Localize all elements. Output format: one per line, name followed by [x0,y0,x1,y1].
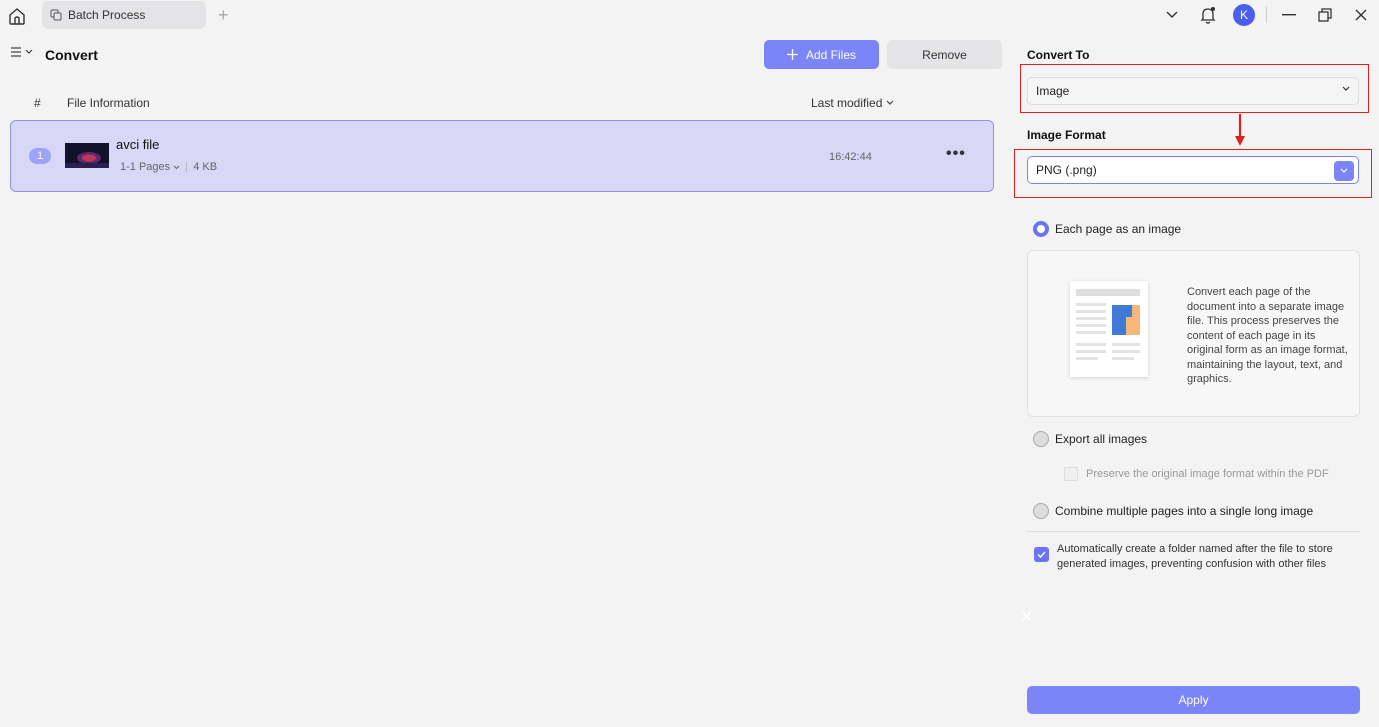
chevron-down-icon [1342,86,1350,91]
preserve-format-checkbox[interactable]: Preserve the original image format withi… [1064,467,1329,481]
radio-selected-icon [1033,221,1049,237]
file-meta: 1-1 Pages 4 KB [120,161,217,173]
radio-combine-pages-label: Combine multiple pages into a single lon… [1055,504,1314,518]
divider [186,162,188,172]
add-files-label: Add Files [805,47,857,62]
chevron-down-icon[interactable] [1154,0,1190,30]
document-illustration-icon [1070,281,1148,377]
close-icon[interactable] [1343,0,1379,30]
column-last-modified-label: Last modified [811,96,883,110]
convert-settings-panel: Convert To Image Image Format PNG (.png)… [1014,32,1379,727]
chevron-down-icon [25,49,33,54]
file-list-panel: Convert Add Files Remove # File Informat… [0,32,1008,727]
avatar-initial: K [1233,4,1255,26]
column-last-modified[interactable]: Last modified [811,96,894,110]
table-row[interactable]: 1 avci file 1-1 Pages 4 KB 16:42:44 ••• [10,120,994,192]
toolbar: Convert Add Files Remove [0,40,1008,70]
column-file-information: File Information [67,96,150,110]
file-thumbnail [65,143,109,168]
checkbox-icon [1064,467,1078,481]
add-files-button[interactable]: Add Files [764,40,879,69]
column-index: # [34,96,41,110]
check-icon [1034,547,1049,562]
more-options-icon[interactable]: ••• [946,145,966,163]
auto-folder-checkbox[interactable]: Automatically create a folder named afte… [1034,542,1354,571]
image-format-select[interactable]: PNG (.png) [1027,156,1359,184]
apply-button[interactable]: Apply [1027,686,1360,714]
window-controls: K [1154,0,1379,30]
arrow-down-icon [1235,114,1245,146]
row-index-badge: 1 [29,148,51,164]
radio-each-page-label: Each page as an image [1055,222,1182,236]
avatar[interactable]: K [1226,0,1262,30]
restore-icon[interactable] [1307,0,1343,30]
divider [1266,7,1267,23]
radio-unselected-icon [1033,503,1049,519]
page-range-selector[interactable]: 1-1 Pages [120,161,180,173]
radio-unselected-icon [1033,431,1049,447]
page-range: 1-1 Pages [120,161,171,173]
convert-to-label: Convert To [1027,48,1090,62]
radio-combine-pages[interactable]: Combine multiple pages into a single lon… [1033,503,1313,519]
tab-label: Batch Process [68,8,146,22]
menu-button[interactable] [10,46,33,58]
radio-each-page[interactable]: Each page as an image [1033,221,1181,237]
image-format-value: PNG (.png) [1036,163,1097,177]
convert-to-select[interactable]: Image [1027,77,1359,105]
plus-icon [786,49,798,60]
close-icon: ✕ [1020,609,1034,626]
table-header: # File Information Last modified [0,94,1008,112]
file-name: avci file [116,137,160,152]
convert-to-value: Image [1036,84,1070,98]
file-size: 4 KB [193,161,218,173]
chevron-down-icon [1334,161,1354,181]
page-title: Convert [45,47,98,63]
chevron-down-icon [173,165,180,170]
title-bar: Batch Process + K [0,0,1379,32]
minimize-icon[interactable] [1271,0,1307,30]
preserve-format-label: Preserve the original image format withi… [1086,468,1329,480]
auto-folder-label: Automatically create a folder named afte… [1057,543,1333,570]
tab-batch-process[interactable]: Batch Process [42,1,206,29]
file-modified-time: 16:42:44 [829,151,872,163]
image-format-label: Image Format [1027,128,1106,142]
chevron-down-icon [886,100,894,105]
radio-export-all-label: Export all images [1055,432,1148,446]
radio-export-all[interactable]: Export all images [1033,431,1147,447]
remove-button[interactable]: Remove [887,40,1002,69]
option-description-card: Convert each page of the document into a… [1027,250,1360,417]
menu-icon [11,47,21,57]
divider [1027,531,1360,532]
new-tab-icon[interactable]: + [218,6,229,24]
bell-icon[interactable] [1190,0,1226,30]
home-icon[interactable] [6,5,28,27]
option-description: Convert each page of the document into a… [1187,286,1348,385]
batch-icon [50,9,62,21]
